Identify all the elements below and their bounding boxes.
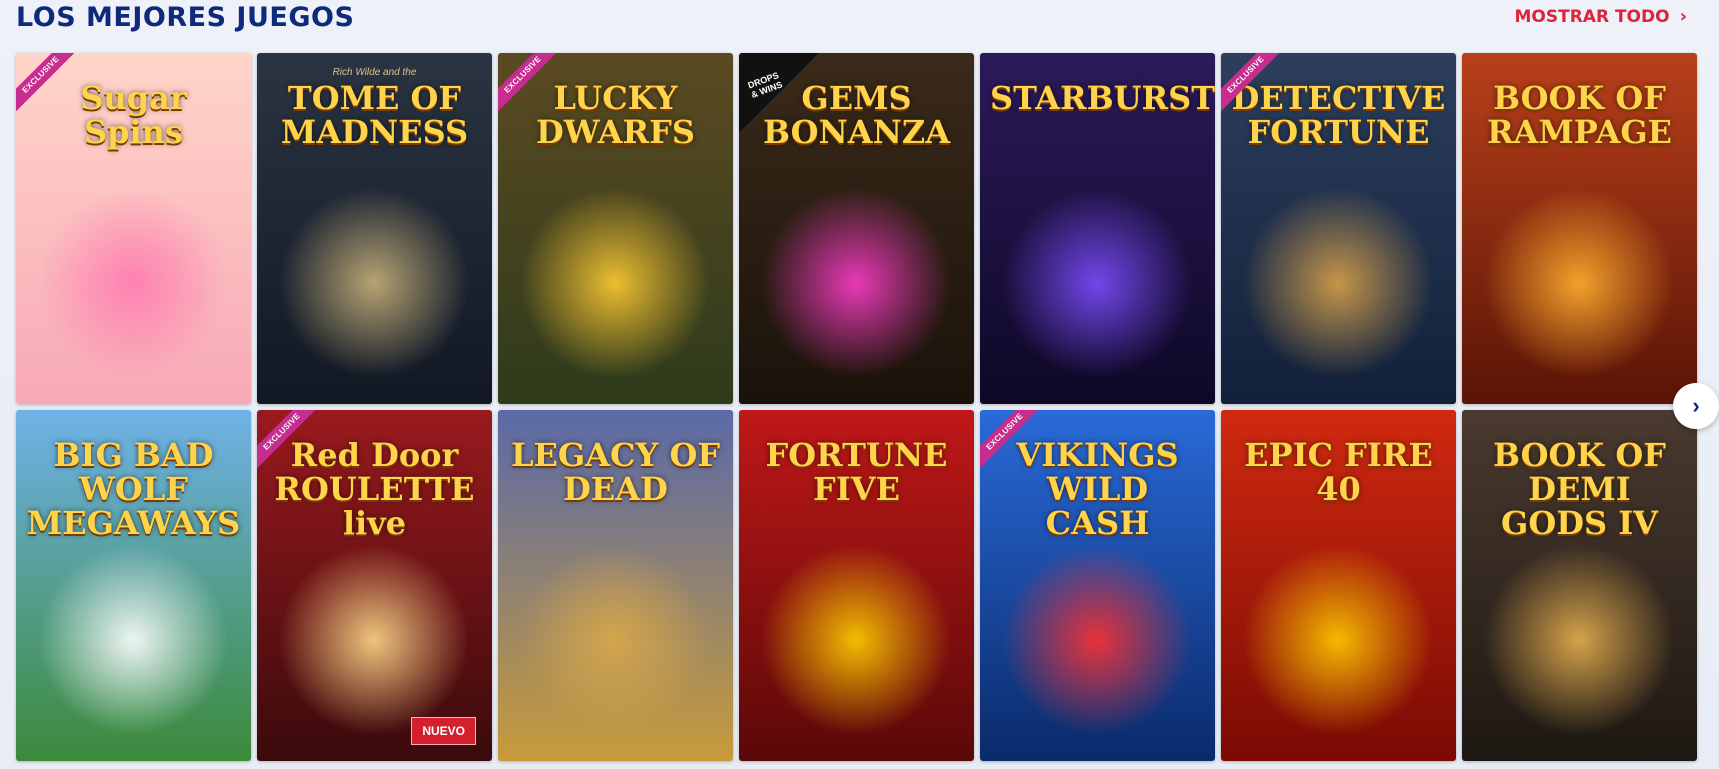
game-title: BIG BAD WOLF MEGAWAYS	[26, 436, 241, 542]
game-tile-tome-of-madness[interactable]: TOME OF MADNESS Rich Wilde and the	[257, 53, 492, 404]
drops-wins-badge: DROPS & WINS	[739, 53, 819, 133]
game-title: LEGACY OF DEAD	[510, 436, 721, 508]
game-title: Sugar Spins	[80, 79, 187, 151]
game-tile-epic-fire-40[interactable]: EPIC FIRE 40	[1221, 410, 1456, 761]
game-title: BOOK OF DEMI GODS IV	[1493, 436, 1666, 542]
game-tile-detective-fortune[interactable]: DETECTIVE FORTUNE EXCLUSIVE	[1221, 53, 1456, 404]
game-tile-legacy-of-dead[interactable]: LEGACY OF DEAD	[498, 410, 733, 761]
game-tile-fortune-five[interactable]: FORTUNE FIVE	[739, 410, 974, 761]
game-title: STARBURST	[990, 79, 1215, 117]
chevron-right-icon: ›	[1679, 6, 1687, 27]
game-subtitle: Rich Wilde and the	[332, 67, 417, 78]
game-tile-gems-bonanza[interactable]: GEMS BONANZA DROPS & WINS	[739, 53, 974, 404]
games-grid: Sugar Spins EXCLUSIVE TOME OF MADNESS Rich …	[16, 53, 1697, 761]
game-tile-big-bad-wolf[interactable]: BIG BAD WOLF MEGAWAYS	[16, 410, 251, 761]
game-tile-starburst[interactable]: STARBURST	[980, 53, 1215, 404]
game-title: LUCKY DWARFS	[536, 79, 695, 151]
game-tile-sugar-spins[interactable]: Sugar Spins EXCLUSIVE	[16, 53, 251, 404]
show-all-link[interactable]: MOSTRAR TODO ›	[1515, 6, 1688, 28]
new-badge: NUEVO	[411, 717, 476, 745]
game-title: EPIC FIRE 40	[1244, 436, 1433, 508]
section-header: LOS MEJORES JUEGOS MOSTRAR TODO ›	[16, 0, 1703, 40]
carousel-next-button[interactable]: ›	[1673, 383, 1719, 429]
game-title: VIKINGS WILD CASH	[1016, 436, 1179, 542]
game-tile-book-of-rampage[interactable]: BOOK OF RAMPAGE	[1462, 53, 1697, 404]
game-tile-red-door-roulette[interactable]: Red Door ROULETTE live EXCLUSIVE NUEVO	[257, 410, 492, 761]
game-title: Red Door ROULETTE live	[274, 436, 475, 542]
game-tile-vikings-wild-cash[interactable]: VIKINGS WILD CASH EXCLUSIVE	[980, 410, 1215, 761]
game-tile-lucky-dwarfs[interactable]: LUCKY DWARFS EXCLUSIVE	[498, 53, 733, 404]
section-title: LOS MEJORES JUEGOS	[16, 2, 355, 33]
drops-wins-label: DROPS & WINS	[746, 70, 784, 100]
game-tile-book-of-demi-gods-iv[interactable]: BOOK OF DEMI GODS IV	[1462, 410, 1697, 761]
chevron-right-icon: ›	[1692, 393, 1700, 418]
game-title: FORTUNE FIVE	[765, 436, 948, 508]
game-title: DETECTIVE FORTUNE	[1231, 79, 1446, 151]
game-title: BOOK OF RAMPAGE	[1486, 79, 1673, 151]
show-all-label: MOSTRAR TODO	[1514, 7, 1670, 27]
game-title: TOME OF MADNESS	[280, 79, 469, 151]
